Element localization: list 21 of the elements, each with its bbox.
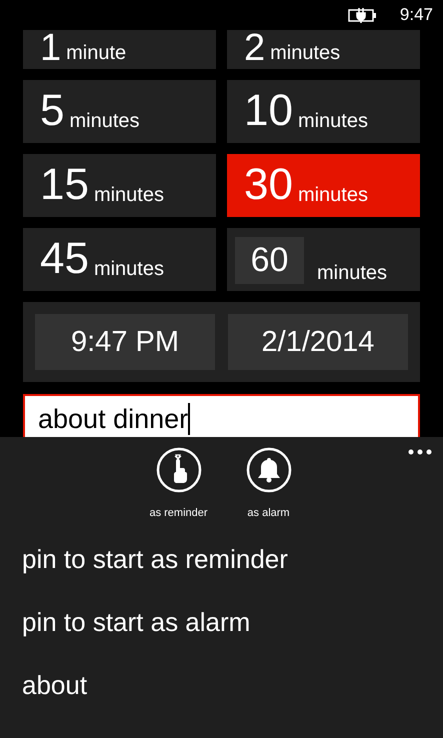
more-icon[interactable] (408, 449, 432, 455)
menu-item[interactable]: pin to start as reminder (22, 539, 443, 602)
menu-item[interactable]: about (22, 665, 443, 728)
duration-tile[interactable]: 15 minutes (23, 154, 216, 217)
duration-tile[interactable]: 2 minutes (227, 30, 420, 69)
duration-tile[interactable]: 5 minutes (23, 80, 216, 143)
duration-tile[interactable]: 10 minutes (227, 80, 420, 143)
duration-tile[interactable]: 45 minutes (23, 228, 216, 291)
menu-item[interactable]: pin to start as alarm (22, 602, 443, 665)
duration-tile[interactable]: 30 minutes (227, 154, 420, 217)
app-bar-label: as reminder (149, 507, 208, 519)
bell-icon[interactable] (246, 447, 292, 493)
app-bar-label: as alarm (247, 507, 290, 519)
time-picker[interactable]: 9:47 PM (35, 314, 215, 370)
message-field[interactable]: about dinner (23, 394, 420, 437)
duration-tile[interactable]: 60 minutes (227, 228, 420, 291)
battery-charging-icon (348, 7, 378, 23)
duration-tile[interactable]: 1 minute (23, 30, 216, 69)
minutes-input[interactable]: 60 (235, 237, 304, 284)
date-picker[interactable]: 2/1/2014 (228, 314, 408, 370)
status-time: 9:47 (400, 5, 433, 25)
